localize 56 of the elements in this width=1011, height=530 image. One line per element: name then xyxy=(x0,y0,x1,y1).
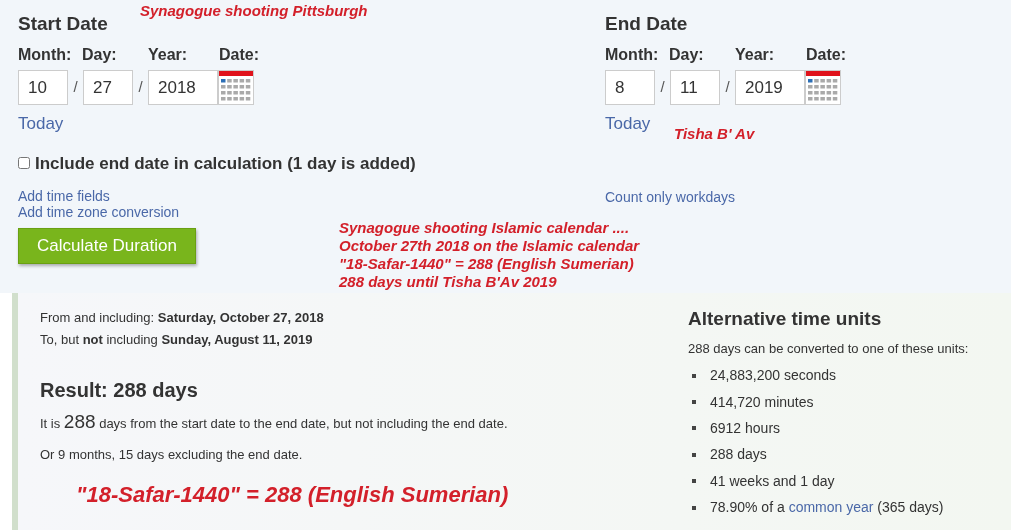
result-heading: Result: 288 days xyxy=(40,378,198,403)
date-separator: / xyxy=(724,77,731,98)
annotation-text: Synagogue shooting Pittsburgh xyxy=(140,2,368,20)
result-sentence: Or 9 months, 15 days excluding the end date. xyxy=(40,446,304,464)
bullet-icon xyxy=(692,452,696,457)
unit-text: 288 days xyxy=(710,445,767,465)
unit-text: 78.90% of a common year (365 days) xyxy=(710,498,944,518)
annotation-text: "18-Safar-1440" = 288 (English Sumerian) xyxy=(339,255,635,273)
unit-text: 24,883,200 seconds xyxy=(710,366,837,386)
date-separator: / xyxy=(72,77,79,98)
bullet-icon xyxy=(692,479,696,484)
include-end-date-checkbox[interactable] xyxy=(18,157,30,170)
field-label: Year: xyxy=(148,45,188,65)
bullet-icon xyxy=(692,505,696,510)
year-field[interactable]: 2019 xyxy=(735,70,805,105)
month-field[interactable]: 8 xyxy=(605,70,655,105)
unit-text: 6912 hours xyxy=(710,418,781,438)
bullet-icon xyxy=(692,400,696,405)
annotation-text: October 27th 2018 on the Islamic calendar xyxy=(339,237,640,255)
field-label: Month: xyxy=(18,45,72,65)
day-field[interactable]: 27 xyxy=(83,70,133,105)
unit-text: 41 weeks and 1 day xyxy=(710,471,835,491)
date-separator: / xyxy=(137,77,144,98)
option-link[interactable]: Add time zone conversion xyxy=(18,204,180,220)
section-heading: Alternative time units xyxy=(688,307,883,331)
field-label: Day: xyxy=(82,45,117,65)
annotation-text: Tisha B' Av xyxy=(674,125,755,143)
field-label: Day: xyxy=(669,45,704,65)
field-label: Year: xyxy=(735,45,775,65)
result-sentence: It is 288 days from the start date to the end date, but not including the end date. xyxy=(40,411,509,434)
common-year-link[interactable]: common year xyxy=(788,499,874,516)
section-heading: End Date xyxy=(605,12,688,36)
field-label: Date: xyxy=(219,45,259,65)
date-range-text: To, but not including Sunday, August 11, 2019 xyxy=(40,331,314,349)
calendar-icon[interactable] xyxy=(805,70,841,105)
intro-text: 288 days can be converted to one of these units: xyxy=(688,340,969,358)
checkbox-label: Include end date in calculation (1 day is added) xyxy=(35,152,416,175)
unit-text: 414,720 minutes xyxy=(710,392,814,412)
option-link[interactable]: Count only workdays xyxy=(605,188,735,205)
annotation-text: Synagogue shooting Islamic calendar .... xyxy=(339,219,631,237)
annotation-text: "18-Safar-1440" = 288 (English Sumerian) xyxy=(76,480,509,509)
year-field[interactable]: 2018 xyxy=(148,70,218,105)
day-field[interactable]: 11 xyxy=(670,70,720,105)
calendar-icon[interactable] xyxy=(218,70,254,105)
field-label: Month: xyxy=(605,45,659,65)
annotation-text: 288 days until Tisha B'Av 2019 xyxy=(339,273,558,291)
date-separator: / xyxy=(659,77,666,98)
today-link[interactable]: Today xyxy=(18,111,64,137)
bullet-icon xyxy=(692,426,696,431)
bullet-icon xyxy=(692,373,696,378)
today-link[interactable]: Today xyxy=(605,111,651,137)
date-range-text: From and including: Saturday, October 27, 2018 xyxy=(40,309,325,327)
option-link[interactable]: Add time fields xyxy=(18,188,110,204)
field-label: Date: xyxy=(806,45,846,65)
month-field[interactable]: 10 xyxy=(18,70,68,105)
section-heading: Start Date xyxy=(18,12,108,36)
